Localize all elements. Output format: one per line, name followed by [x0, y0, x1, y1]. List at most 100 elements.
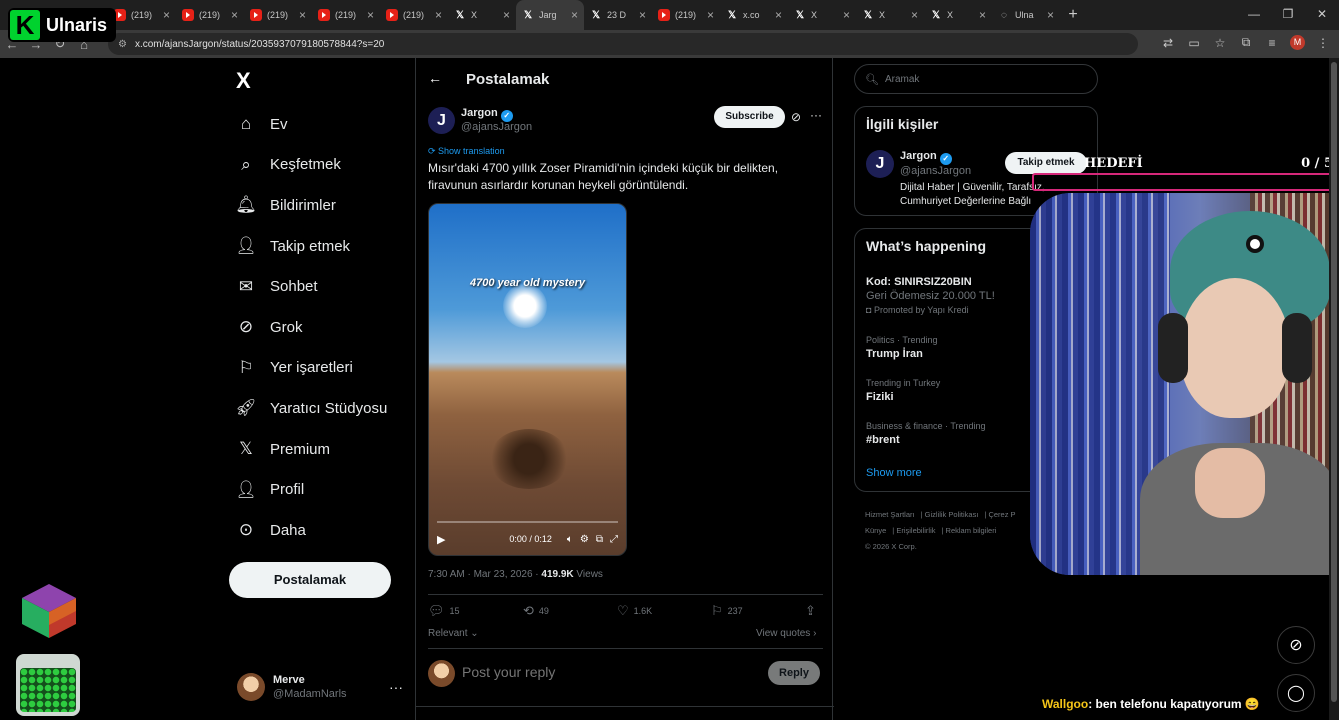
sidebar-item-more-circle[interactable]: ⊙ Daha [236, 510, 387, 551]
grok-icon[interactable]: ⊘ [791, 110, 801, 124]
footer-link[interactable]: Künye [865, 526, 886, 535]
browser-tab[interactable]: 𝕏 23 D × [584, 0, 652, 30]
trend-item[interactable]: Kod: SINIRSIZ20BIN Geri Ödemesiz 20.000 … [866, 273, 995, 315]
close-tab-icon[interactable]: × [775, 8, 782, 22]
close-tab-icon[interactable]: × [299, 8, 306, 22]
footer-link[interactable]: Reklam bilgileri [946, 526, 997, 535]
new-tab-button[interactable]: + [1060, 6, 1086, 24]
related-name[interactable]: Jargon ✓ [900, 150, 952, 165]
cast-icon[interactable]: ▭ [1186, 36, 1202, 50]
video-player[interactable]: 4700 year old mystery ▶ 0:00 / 0:12 🔈︎ ⚙… [428, 203, 627, 556]
sidebar-item-person[interactable]: 👤︎ Profil [235, 469, 387, 510]
sidebar-item-home[interactable]: ⌂ Ev [236, 104, 387, 145]
extensions-icon[interactable]: ⧉ [1238, 35, 1254, 50]
bookmark-action[interactable]: ⚐ 237 [711, 603, 805, 619]
browser-tab[interactable]: 𝕏x.co × [720, 0, 788, 30]
sidebar-item-search[interactable]: ⌕ Keşfetmek [236, 145, 387, 186]
sidebar-item-mail[interactable]: ✉ Sohbet [236, 266, 387, 307]
more-icon[interactable]: ··· [389, 679, 403, 695]
browser-tab[interactable]: 𝕏 X × [924, 0, 992, 30]
browser-tab[interactable]: 𝕏 X × [856, 0, 924, 30]
close-tab-icon[interactable]: × [979, 8, 986, 22]
search-box[interactable]: 🔍︎ [854, 64, 1098, 94]
close-tab-icon[interactable]: × [367, 8, 374, 22]
sidebar-item-bell[interactable]: 🔔︎ Bildirimler [235, 185, 387, 226]
reply-action[interactable]: 💬︎ 15 [428, 603, 523, 619]
close-tab-icon[interactable]: × [231, 8, 238, 22]
browser-tab[interactable]: (219) × [176, 0, 244, 30]
x-logo[interactable]: X [236, 68, 251, 94]
close-tab-icon[interactable]: × [435, 8, 442, 22]
footer-link[interactable]: Çerez P [988, 510, 1015, 519]
pip-icon[interactable]: ⧉ [596, 534, 603, 545]
more-icon[interactable]: ··· [810, 108, 822, 122]
browser-tab[interactable]: 𝕏 Jarg × [516, 0, 584, 30]
show-more-link[interactable]: Show more [866, 467, 922, 479]
sidebar-item-rocket[interactable]: 🚀︎ Yaratıcı Stüdyosu [235, 388, 387, 429]
reply-button[interactable]: Reply [768, 661, 820, 685]
browser-tab[interactable]: (219) × [312, 0, 380, 30]
profile-avatar[interactable]: M [1290, 35, 1305, 50]
star-icon[interactable]: ☆ [1212, 36, 1228, 50]
footer-link[interactable]: Erişilebilirlik [896, 526, 935, 535]
browser-tab[interactable]: 𝕏 X × [788, 0, 856, 30]
menu-icon[interactable]: ⋮ [1315, 36, 1331, 50]
close-window-icon[interactable]: ✕ [1305, 0, 1339, 30]
repost-action[interactable]: ⟲ 49 [523, 603, 617, 619]
show-translation-link[interactable]: ⟳ Show translation [428, 146, 505, 157]
close-tab-icon[interactable]: × [911, 8, 918, 22]
subscribe-button[interactable]: Subscribe [714, 106, 785, 128]
close-tab-icon[interactable]: × [639, 8, 646, 22]
like-action[interactable]: ♡ 1.6K [617, 603, 711, 619]
grok-float-button[interactable]: ⊘ [1277, 626, 1315, 664]
reply-sort-dropdown[interactable]: Relevant ⌄ [428, 628, 479, 639]
close-tab-icon[interactable]: × [843, 8, 850, 22]
back-arrow-icon[interactable]: ← [428, 70, 442, 86]
sidebar-item-bookmark[interactable]: ⚐ Yer işaretleri [236, 348, 387, 389]
related-avatar[interactable]: J [866, 150, 894, 178]
browser-tab[interactable]: ◌ Ulna × [992, 0, 1060, 30]
trend-item[interactable]: Business & finance · Trending #brent [866, 421, 986, 446]
trend-item[interactable]: Politics · Trending Trump İran [866, 335, 938, 360]
site-info-icon[interactable]: ⚙ [118, 39, 127, 50]
reply-input[interactable] [462, 664, 752, 680]
sidebar-item-add-person[interactable]: 👤︎ Takip etmek [235, 226, 387, 267]
fullscreen-icon[interactable]: ⤢ [610, 534, 618, 545]
search-input[interactable] [884, 73, 1017, 85]
page-scrollbar[interactable] [1329, 58, 1339, 720]
chat-float-button[interactable]: ◯ [1277, 674, 1315, 712]
media-icon[interactable]: ≡ [1264, 36, 1280, 50]
close-tab-icon[interactable]: × [163, 8, 170, 22]
restore-icon[interactable]: ❐ [1271, 0, 1305, 30]
close-tab-icon[interactable]: × [503, 8, 510, 22]
browser-tab[interactable]: (219) × [380, 0, 448, 30]
browser-tab[interactable]: 𝕏 X × [448, 0, 516, 30]
browser-tab[interactable]: (219) × [108, 0, 176, 30]
volume-icon[interactable]: 🔈︎ [567, 534, 573, 545]
view-quotes-link[interactable]: View quotes › [756, 628, 816, 639]
related-handle[interactable]: @ajansJargon [900, 165, 971, 177]
footer-link[interactable]: Hizmet Şartları [865, 510, 915, 519]
url-field[interactable]: ⚙ x.com/ajansJargon/status/2035937079180… [108, 33, 1138, 55]
author-name[interactable]: Jargon ✓ [461, 107, 513, 122]
post-time-text[interactable]: 7:30 AM · Mar 23, 2026 · [428, 569, 541, 580]
sidebar-item-x-logo[interactable]: 𝕏 Premium [236, 429, 387, 470]
browser-tab[interactable]: (219) × [652, 0, 720, 30]
sidebar-item-grok[interactable]: ⊘ Grok [236, 307, 387, 348]
account-switcher[interactable]: Merve @MadamNarls ··· [237, 673, 403, 701]
minimize-icon[interactable]: — [1237, 0, 1271, 30]
post-button[interactable]: Postalamak [229, 562, 391, 598]
scrollbar-thumb[interactable] [1331, 62, 1337, 702]
author-handle[interactable]: @ajansJargon [461, 121, 532, 133]
play-icon[interactable]: ▶ [437, 533, 445, 546]
author-avatar[interactable]: J [428, 107, 455, 134]
settings-icon[interactable]: ⚙ [580, 534, 589, 545]
share-action[interactable]: ⇪ [805, 603, 821, 619]
close-tab-icon[interactable]: × [571, 8, 578, 22]
footer-link[interactable]: Gizlilik Politikası [925, 510, 979, 519]
close-tab-icon[interactable]: × [1047, 8, 1054, 22]
browser-tab[interactable]: (219) × [244, 0, 312, 30]
close-tab-icon[interactable]: × [707, 8, 714, 22]
translate-icon[interactable]: ⇄ [1160, 36, 1176, 50]
trend-item[interactable]: Trending in Turkey Fiziki [866, 378, 940, 403]
